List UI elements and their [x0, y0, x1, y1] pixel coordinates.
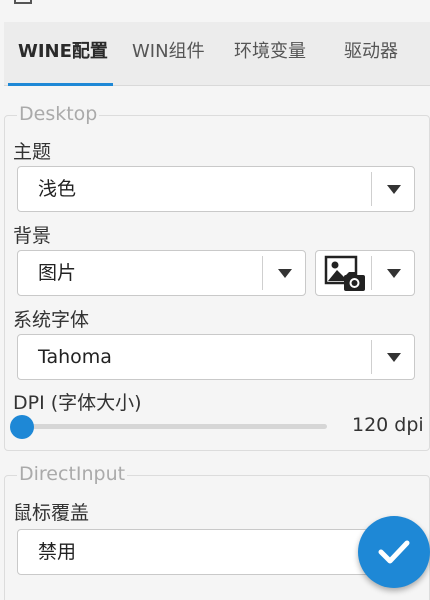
select-separator — [371, 172, 372, 206]
dpi-label: DPI (字体大小) — [13, 392, 142, 414]
background-label: 背景 — [13, 225, 52, 247]
dpi-value: 120 dpi — [352, 414, 424, 436]
desktop-legend: Desktop — [17, 103, 100, 125]
menu-icon[interactable] — [14, 0, 32, 4]
tab-drives[interactable]: 驱动器 — [344, 22, 398, 86]
mouse-override-select[interactable]: 禁用 — [17, 529, 415, 575]
directinput-legend: DirectInput — [17, 463, 128, 485]
dpi-slider-thumb[interactable] — [10, 415, 34, 439]
background-select[interactable]: 图片 — [17, 250, 306, 296]
tab-win-components[interactable]: WIN组件 — [132, 22, 205, 86]
system-font-label: 系统字体 — [13, 309, 90, 331]
chevron-down-icon — [387, 185, 401, 194]
system-font-select[interactable]: Tahoma — [17, 334, 415, 380]
mouse-override-label: 鼠标覆盖 — [13, 502, 90, 524]
theme-label: 主题 — [13, 141, 52, 163]
chevron-down-icon — [387, 353, 401, 362]
select-separator — [371, 256, 372, 290]
dpi-slider-track[interactable] — [22, 424, 327, 429]
background-image-picker[interactable] — [315, 250, 415, 296]
theme-value: 浅色 — [38, 178, 77, 200]
tab-env-vars[interactable]: 环境变量 — [234, 22, 306, 86]
active-tab-indicator — [8, 83, 113, 86]
wine-settings-screen: WINE配置 WIN组件 环境变量 驱动器 Desktop 主题 浅色 背景 图… — [0, 0, 430, 600]
system-font-value: Tahoma — [38, 346, 112, 368]
chevron-down-icon — [387, 269, 401, 278]
background-value: 图片 — [38, 262, 77, 284]
mouse-override-value: 禁用 — [38, 541, 77, 563]
select-separator — [262, 256, 263, 290]
select-separator — [371, 340, 372, 374]
theme-select[interactable]: 浅色 — [17, 166, 415, 212]
image-camera-icon — [324, 255, 366, 293]
tab-wine-config[interactable]: WINE配置 — [18, 22, 108, 86]
chevron-down-icon — [278, 269, 292, 278]
confirm-fab-button[interactable] — [358, 516, 430, 588]
tab-bar: WINE配置 WIN组件 环境变量 驱动器 — [4, 22, 430, 86]
check-icon — [378, 540, 410, 564]
top-strip — [0, 0, 430, 22]
